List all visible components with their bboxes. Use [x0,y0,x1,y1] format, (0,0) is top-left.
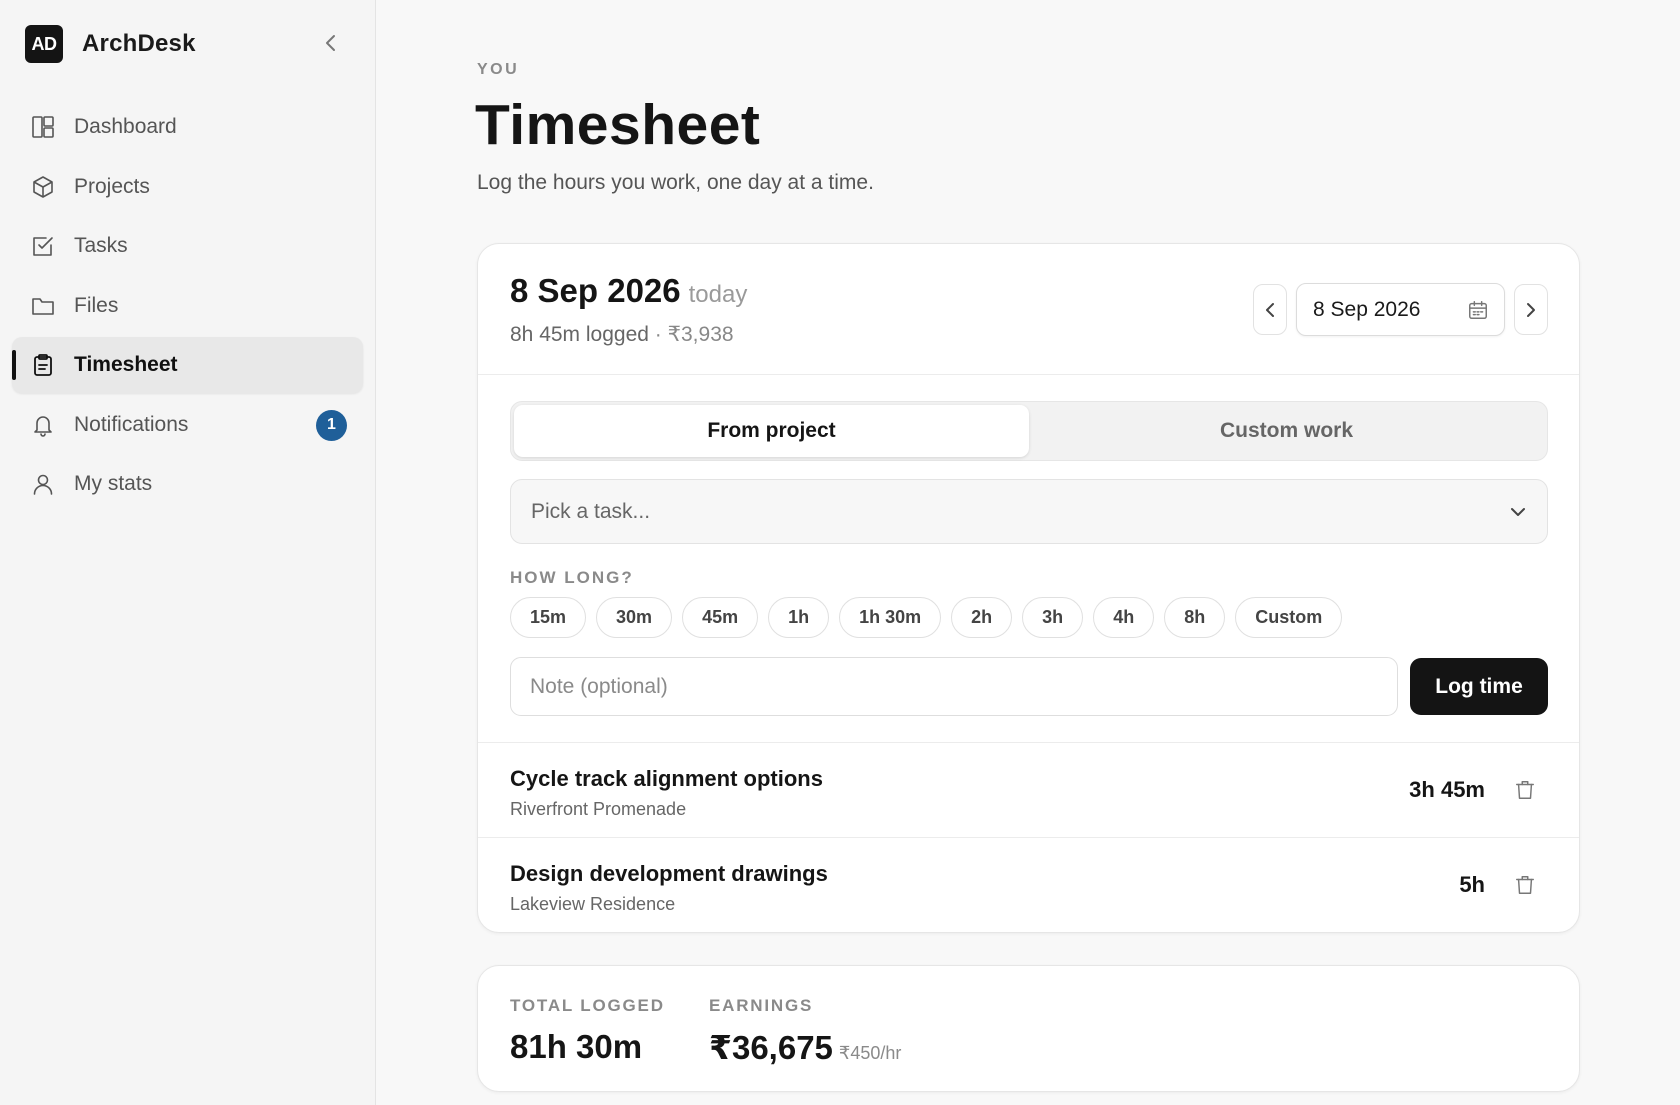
previous-day-button[interactable] [1253,284,1287,335]
sidebar-item-tasks[interactable]: Tasks [12,218,363,274]
sidebar-item-label: Dashboard [74,115,177,138]
sidebar-item-notifications[interactable]: Notifications 1 [12,397,363,453]
duration-chip-8h[interactable]: 8h [1164,597,1226,638]
chevron-left-icon [326,35,335,51]
sidebar-nav: Dashboard Projects Tasks Files Timesheet [12,99,363,516]
total-logged-stat: TOTAL LOGGED 81h 30m [510,996,665,1066]
duration-chip-30m[interactable]: 30m [596,597,673,638]
duration-chip-4h[interactable]: 4h [1093,597,1155,638]
sidebar-item-projects[interactable]: Projects [12,159,363,215]
duration-options: 15m 30m 45m 1h 1h 30m 2h 3h 4h 8h Custom [510,597,1352,638]
page-subtitle: Log the hours you work, one day at a tim… [477,171,874,194]
date-picker[interactable]: 8 Sep 2026 [1296,283,1505,336]
earnings-value: ₹36,675 [709,1029,833,1066]
trash-icon [1516,876,1534,894]
note-input[interactable] [510,657,1398,716]
sidebar-item-label: My stats [74,472,153,495]
earnings-label: EARNINGS [709,996,814,1015]
tab-custom-work[interactable]: Custom work [1029,405,1544,457]
sidebar-item-label: Projects [74,174,150,198]
day-amount: ₹3,938 [667,323,734,346]
sidebar-item-label: Timesheet [74,353,178,376]
log-time-button[interactable]: Log time [1410,658,1548,715]
duration-chip-2h[interactable]: 2h [951,597,1013,638]
sidebar-item-label: Notifications [74,412,189,436]
duration-label: HOW LONG? [510,568,634,587]
sidebar-item-timesheet[interactable]: Timesheet [12,337,363,393]
earnings-stat: EARNINGS ₹36,675 ₹450/hr [709,996,901,1067]
duration-chip-3h[interactable]: 3h [1022,597,1084,638]
task-select[interactable]: Pick a task... [510,479,1548,544]
collapse-sidebar-button[interactable] [318,30,344,56]
sidebar-item-label: Tasks [74,234,128,257]
entry-task-title: Design development drawings [510,861,828,886]
trash-icon [1516,781,1534,799]
entry-project-name: Lakeview Residence [510,894,676,914]
entry-duration: 3h 45m [1409,777,1485,802]
folder-icon [30,293,56,319]
day-title: 8 Sep 2026 today [510,272,747,310]
total-logged-label: TOTAL LOGGED [510,996,665,1015]
duration-chip-15m[interactable]: 15m [510,597,587,638]
next-day-button[interactable] [1514,284,1548,335]
user-icon [30,471,56,497]
date-picker-value: 8 Sep 2026 [1313,297,1421,321]
brand-logo: AD [25,25,63,63]
dashboard-icon [30,114,56,140]
page-eyebrow: YOU [477,61,520,78]
stats-card: TOTAL LOGGED 81h 30m EARNINGS ₹36,675 ₹45… [477,965,1580,1092]
page-title: Timesheet [475,93,761,157]
day-separator: · [654,323,662,346]
bell-icon [30,412,56,438]
time-entry-row: Cycle track alignment options Riverfront… [478,742,1579,837]
task-select-placeholder: Pick a task... [531,499,651,523]
day-date: 8 Sep 2026 [510,272,681,309]
hourly-rate: ₹450/hr [838,1043,902,1063]
sidebar: AD ArchDesk Dashboard Projects Tasks Fil… [0,0,376,1105]
day-summary: 8h 45m logged · ₹3,938 [510,322,734,347]
total-logged-value: 81h 30m [510,1028,643,1065]
clipboard-icon [30,352,56,378]
time-entries-list: Cycle track alignment options Riverfront… [478,742,1579,932]
time-entry-row: Design development drawings Lakeview Res… [478,837,1579,932]
chevron-left-icon [1266,302,1274,317]
duration-chip-custom[interactable]: Custom [1235,597,1343,638]
sidebar-item-files[interactable]: Files [12,278,363,334]
entry-duration: 5h [1459,872,1485,897]
earnings-amount: ₹36,675 ₹450/hr [709,1028,901,1067]
delete-entry-button[interactable] [1513,778,1537,802]
chevron-right-icon [1527,302,1535,317]
day-logged: 8h 45m logged [510,323,649,346]
entry-task-title: Cycle track alignment options [510,766,823,791]
box-icon [30,174,56,200]
calendar-icon [1469,300,1487,319]
brand[interactable]: AD ArchDesk [25,25,196,63]
tab-from-project[interactable]: From project [514,405,1029,457]
day-header: 8 Sep 2026 today 8h 45m logged · ₹3,938 8… [478,244,1579,375]
delete-entry-button[interactable] [1513,873,1537,897]
duration-chip-1h-30m[interactable]: 1h 30m [839,597,942,638]
log-time-card: 8 Sep 2026 today 8h 45m logged · ₹3,938 8… [477,243,1580,933]
mode-toggle: From project Custom work [510,401,1548,461]
notification-count-badge: 1 [316,409,347,441]
sidebar-item-my-stats[interactable]: My stats [12,456,363,512]
brand-name: ArchDesk [82,30,196,57]
day-relative: today [688,281,748,308]
entry-project-name: Riverfront Promenade [510,799,687,819]
sidebar-item-dashboard[interactable]: Dashboard [12,99,363,155]
duration-chip-1h[interactable]: 1h [768,597,830,638]
chevron-down-icon [1511,507,1525,516]
duration-chip-45m[interactable]: 45m [682,597,759,638]
checkbox-icon [30,233,56,259]
sidebar-item-label: Files [74,293,119,317]
date-navigator: 8 Sep 2026 [1253,283,1548,336]
